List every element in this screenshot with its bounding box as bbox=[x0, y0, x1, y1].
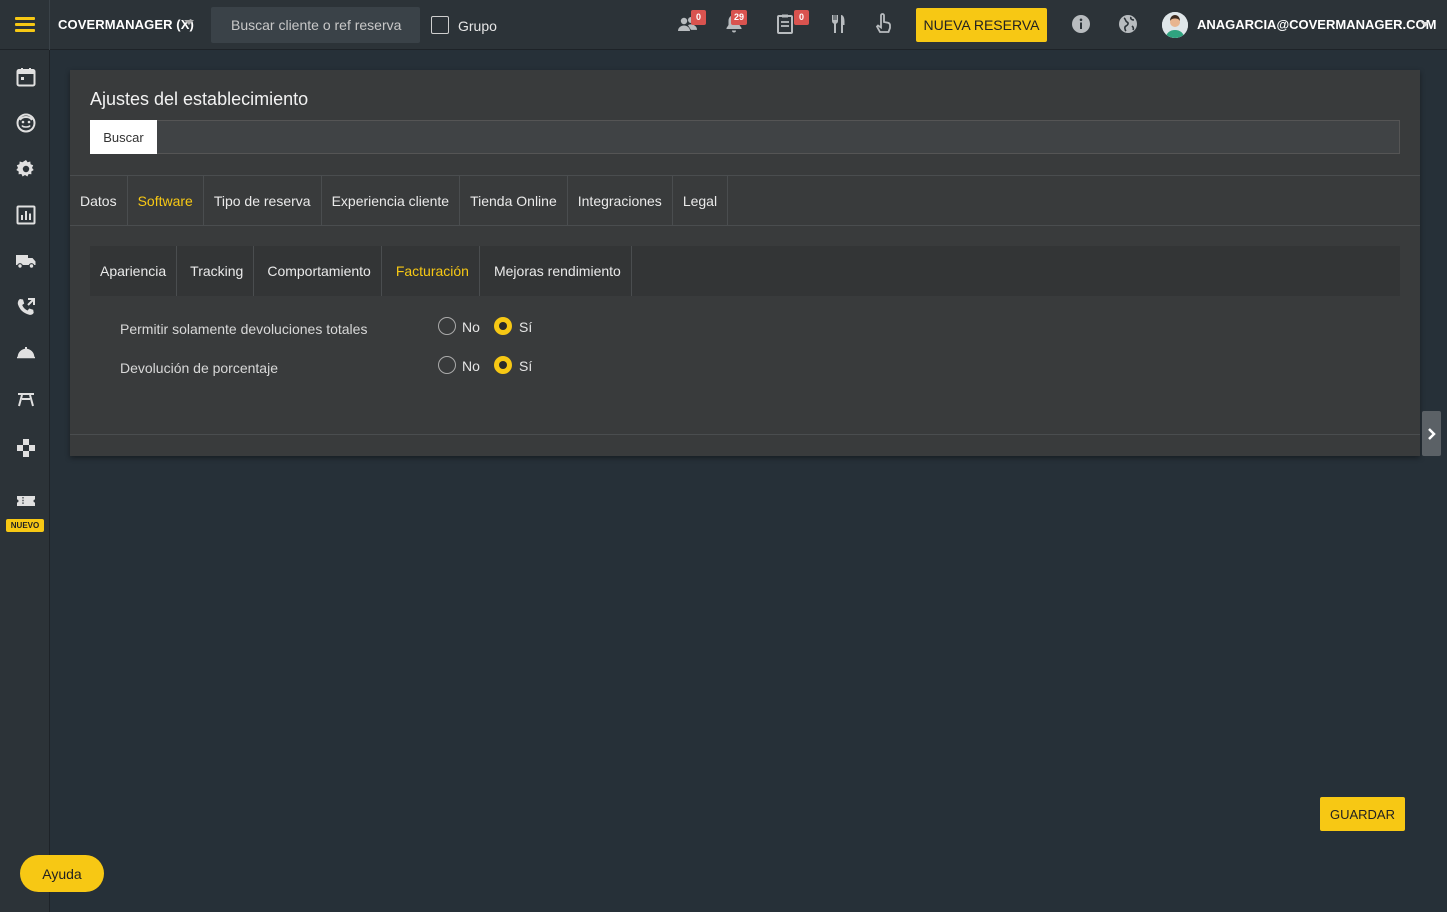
phone-icon[interactable] bbox=[15, 296, 37, 318]
establishment-selector[interactable]: COVERMANAGER (X) bbox=[58, 17, 194, 32]
top-bar: COVERMANAGER (X) Grupo 0 29 0 NUEVA RESE… bbox=[0, 0, 1447, 50]
search-input[interactable] bbox=[211, 7, 420, 43]
subtab-apariencia[interactable]: Apariencia bbox=[90, 246, 178, 296]
user-email[interactable]: ANAGARCIA@COVERMANAGER.COM bbox=[1197, 17, 1436, 32]
tab-legal[interactable]: Legal bbox=[673, 176, 729, 225]
page-title: Ajustes del establecimiento bbox=[90, 89, 309, 109]
table-icon[interactable] bbox=[15, 388, 37, 410]
subtab-mejoras-rendimiento[interactable]: Mejoras rendimiento bbox=[480, 246, 632, 296]
tab-tienda-online[interactable]: Tienda Online bbox=[460, 176, 568, 225]
settings-tabs: Datos Software Tipo de reserva Experienc… bbox=[70, 175, 1420, 226]
setting-label-devoluciones-totales: Permitir solamente devoluciones totales bbox=[120, 321, 368, 337]
help-button[interactable]: Ayuda bbox=[20, 855, 104, 892]
grupo-checkbox[interactable] bbox=[431, 16, 449, 34]
user-avatar-icon bbox=[1162, 12, 1188, 38]
face-icon[interactable] bbox=[15, 112, 37, 134]
radio-devolucion-porcentaje-si[interactable] bbox=[494, 356, 512, 374]
software-subtabs: Apariencia Tracking Comportamiento Factu… bbox=[90, 246, 1400, 296]
notifications-badge: 29 bbox=[731, 10, 748, 25]
info-icon[interactable] bbox=[1069, 12, 1093, 36]
radio-label-no: No bbox=[462, 319, 480, 335]
chevron-right-icon bbox=[1427, 427, 1436, 440]
truck-icon[interactable] bbox=[15, 250, 37, 272]
calendar-icon[interactable] bbox=[15, 66, 37, 88]
subtab-facturacion[interactable]: Facturación bbox=[382, 246, 480, 296]
sidebar: NUEVO bbox=[0, 50, 50, 912]
subtab-comportamiento[interactable]: Comportamiento bbox=[254, 246, 382, 296]
grupo-label: Grupo bbox=[458, 18, 497, 34]
panel-divider bbox=[70, 434, 1420, 435]
search-button[interactable]: Buscar bbox=[90, 120, 157, 154]
setting-label-devolucion-porcentaje: Devolución de porcentaje bbox=[120, 360, 278, 376]
tab-datos[interactable]: Datos bbox=[70, 176, 128, 225]
menu-toggle-button[interactable] bbox=[0, 0, 50, 50]
avatar[interactable] bbox=[1162, 12, 1188, 38]
chevron-down-icon[interactable] bbox=[184, 20, 194, 25]
pointer-hand-icon[interactable] bbox=[871, 12, 895, 36]
user-menu-caret-icon[interactable] bbox=[1421, 22, 1429, 27]
globe-icon[interactable] bbox=[1116, 12, 1140, 36]
cloche-icon[interactable] bbox=[15, 342, 37, 364]
save-button[interactable]: GUARDAR bbox=[1320, 797, 1405, 831]
ticket-icon[interactable] bbox=[15, 490, 37, 512]
gear-icon[interactable] bbox=[15, 158, 37, 180]
gamepad-icon[interactable] bbox=[15, 437, 37, 459]
radio-label-no: No bbox=[462, 358, 480, 374]
hamburger-icon bbox=[14, 17, 35, 33]
radio-label-si: Sí bbox=[519, 319, 533, 335]
subtab-tracking[interactable]: Tracking bbox=[177, 246, 255, 296]
new-reservation-button[interactable]: NUEVA RESERVA bbox=[916, 8, 1047, 42]
side-panel-toggle[interactable] bbox=[1422, 411, 1441, 456]
chart-icon[interactable] bbox=[15, 204, 37, 226]
tab-software[interactable]: Software bbox=[128, 176, 204, 225]
tab-tipo-de-reserva[interactable]: Tipo de reserva bbox=[204, 176, 322, 225]
radio-label-si: Sí bbox=[519, 358, 533, 374]
radio-devolucion-porcentaje-no[interactable] bbox=[438, 356, 456, 374]
tab-integraciones[interactable]: Integraciones bbox=[568, 176, 673, 225]
radio-devoluciones-totales-si[interactable] bbox=[494, 317, 512, 335]
new-badge: NUEVO bbox=[6, 519, 44, 532]
clients-badge: 0 bbox=[691, 10, 706, 25]
cutlery-icon[interactable] bbox=[826, 12, 850, 36]
radio-devoluciones-totales-no[interactable] bbox=[438, 317, 456, 335]
tasks-badge: 0 bbox=[794, 10, 809, 25]
settings-search-input[interactable] bbox=[157, 120, 1400, 154]
tab-experiencia-cliente[interactable]: Experiencia cliente bbox=[322, 176, 461, 225]
settings-panel: Ajustes del establecimiento Buscar Datos… bbox=[70, 70, 1420, 456]
